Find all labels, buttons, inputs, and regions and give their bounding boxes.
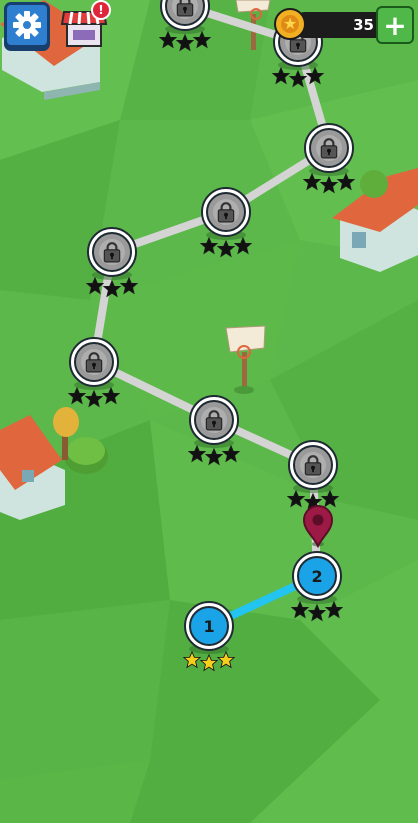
level-number: 1	[203, 617, 214, 636]
level-node-locked[interactable]	[86, 227, 138, 297]
level-node-locked[interactable]	[287, 440, 339, 510]
settings-button[interactable]	[4, 2, 50, 48]
plus-icon: +	[383, 8, 407, 42]
coin-star-icon: ★	[283, 14, 298, 33]
add-coins-button[interactable]: +	[376, 6, 414, 44]
level-node-locked[interactable]	[200, 187, 252, 257]
level-node-locked[interactable]	[303, 123, 355, 193]
level-node-locked[interactable]	[68, 337, 120, 407]
coin-counter: 35 ★ +	[274, 6, 414, 44]
gear-icon	[13, 11, 41, 39]
coin-icon: ★	[274, 8, 306, 40]
level-number: 2	[311, 567, 322, 586]
level-map: 21	[0, 0, 418, 823]
coin-count: 35	[353, 16, 374, 34]
notification-badge: !	[91, 0, 111, 20]
shop-button[interactable]: !	[60, 0, 111, 50]
level-node-locked[interactable]	[188, 395, 240, 465]
level-node-2[interactable]: 2	[291, 551, 343, 621]
level-node-1[interactable]: 1	[183, 601, 235, 671]
